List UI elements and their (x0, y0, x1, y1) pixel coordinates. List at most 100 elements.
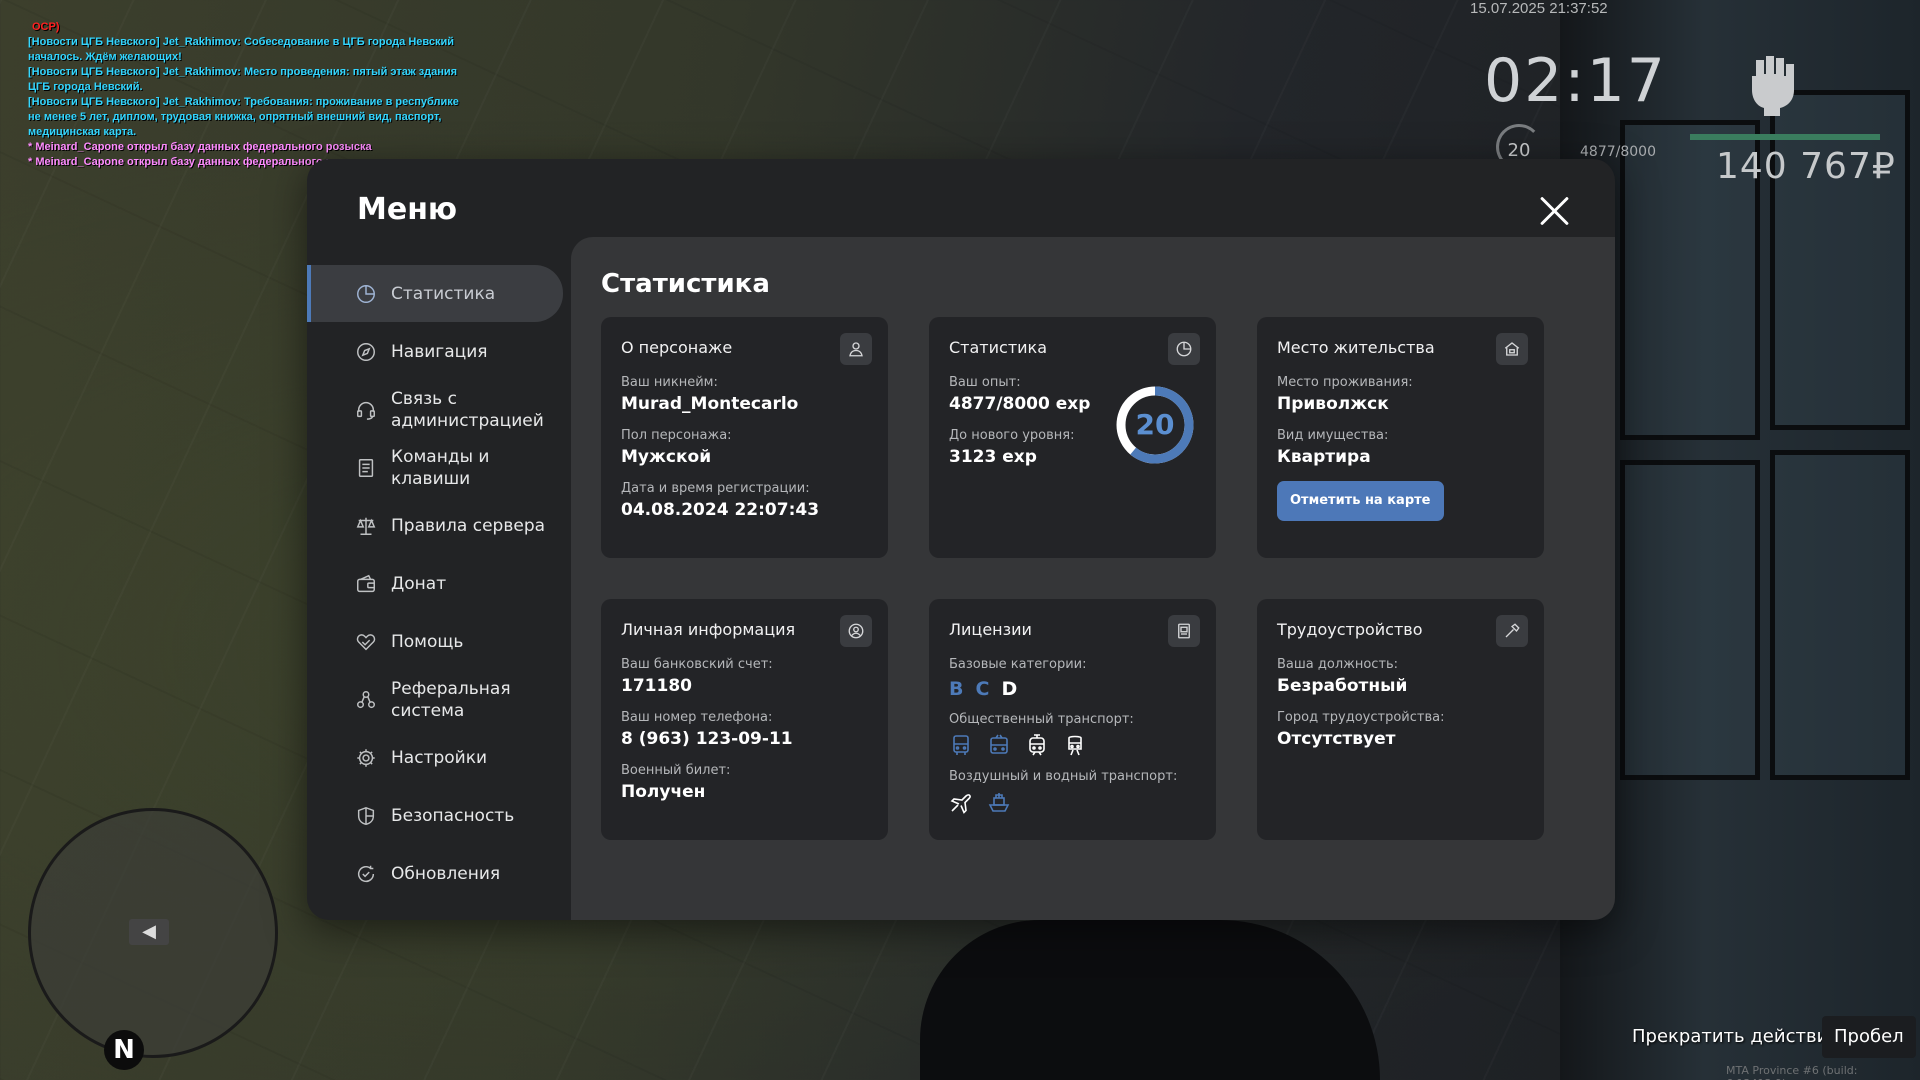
field-label: Ваш никнейм: (621, 375, 718, 390)
boat-icon (988, 793, 1010, 812)
chat-line: OCP) (32, 21, 60, 33)
field-label: Ваша должность: (1277, 657, 1399, 672)
nav-label: Навигация (391, 341, 488, 362)
nav-item-security[interactable]: Безопасность (307, 787, 563, 844)
nav-label: Настройки (391, 747, 488, 768)
content-panel: Статистика О персонаже Ваш никнейм: Mura… (571, 237, 1615, 920)
field-label: Место проживания: (1277, 375, 1413, 390)
chat-line: началось. Ждём желающих! (28, 51, 182, 63)
license-category-b: B (949, 678, 964, 700)
airplane-icon (950, 794, 971, 814)
license-categories: B C D (949, 678, 1196, 700)
content-title: Статистика (601, 269, 770, 299)
card-title: Лицензии (949, 620, 1032, 639)
military-id-value: Получен (621, 782, 706, 802)
nav-label: Помощь (391, 631, 464, 652)
user-icon (840, 333, 872, 365)
document-list-icon (358, 458, 374, 477)
close-button[interactable] (1539, 195, 1571, 227)
job-city-value: Отсутствует (1277, 729, 1396, 749)
nav-item-updates[interactable]: Обновления (307, 845, 563, 902)
license-category-c: C (975, 678, 990, 700)
nav-label: Безопасность (391, 805, 515, 826)
field-label: Город трудоустройства: (1277, 710, 1445, 725)
nickname-value: Murad_Montecarlo (621, 394, 799, 414)
pie-chart-icon (357, 284, 375, 303)
player-marker-icon: ◀ (129, 919, 169, 945)
nav-item-navigation[interactable]: Навигация (307, 323, 563, 380)
nav-item-settings[interactable]: Настройки (307, 729, 563, 786)
license-category-d: D (1001, 678, 1018, 700)
build-info: MTA Province #6 (build: 6.12413.9) (1726, 1064, 1858, 1080)
nav-label: Команды и клавиши (391, 446, 490, 489)
nav-item-referral[interactable]: Реферальная система (307, 671, 563, 728)
heart-hands-icon (356, 633, 376, 650)
north-indicator: N (104, 1030, 144, 1070)
chat-line: [Новости ЦГБ Невского] Jet_Rakhimov: Соб… (28, 36, 455, 48)
field-label: Пол персонажа: (621, 428, 732, 443)
nav-item-donate[interactable]: Донат (307, 555, 563, 612)
nav-label: Статистика (391, 283, 496, 304)
registration-value: 04.08.2024 22:07:43 (621, 500, 820, 520)
field-label: Военный билет: (621, 763, 731, 778)
nav-item-rules[interactable]: Правила сервера (307, 497, 563, 554)
public-transport-icons (949, 733, 1196, 757)
hammer-icon (1496, 615, 1528, 647)
home-icon (1496, 333, 1528, 365)
field-label: Общественный транспорт: (949, 712, 1134, 727)
hud-level: 20 (1507, 140, 1531, 161)
card-title: Трудоустройство (1277, 620, 1423, 639)
air-water-transport-icons (949, 790, 1196, 814)
level-value: 20 (1135, 408, 1175, 441)
nav-label: Реферальная система (391, 678, 511, 721)
tram-icon (1029, 734, 1045, 756)
headset-icon (357, 401, 375, 420)
sidebar-nav: Статистика Навигация Связь с администрац… (307, 265, 563, 903)
card-title: Личная информация (621, 620, 796, 639)
scales-icon (356, 517, 376, 535)
card-personal-info: Личная информация Ваш банковский счет: 1… (601, 599, 888, 840)
main-menu-window: Меню Статистика Навигация Связь с админи… (307, 159, 1615, 920)
chat-log: OCP) [Новости ЦГБ Невского] Jet_Rakhimov… (28, 20, 498, 170)
nav-item-statistics[interactable]: Статистика (307, 265, 563, 322)
bus-icon (953, 735, 969, 755)
bank-account-value: 171180 (621, 676, 692, 696)
compass-icon (357, 342, 375, 361)
card-statistics: Статистика Ваш опыт: 4877/8000 exp До но… (929, 317, 1216, 558)
nav-label: Правила сервера (391, 515, 546, 536)
nav-item-commands[interactable]: Команды и клавиши (307, 439, 563, 496)
hint-key-button[interactable]: Пробел (1822, 1016, 1916, 1058)
residence-place-value: Приволжск (1277, 394, 1389, 414)
field-label: Дата и время регистрации: (621, 481, 810, 496)
trolleybus-icon (990, 734, 1008, 754)
menu-title: Меню (357, 192, 458, 227)
card-title: О персонаже (621, 338, 733, 357)
pie-chart-icon (1168, 333, 1200, 365)
property-type-value: Квартира (1277, 447, 1371, 467)
card-employment: Трудоустройство Ваша должность: Безработ… (1257, 599, 1544, 840)
phone-value: 8 (963) 123-09-11 (621, 729, 793, 749)
chat-line: [Новости ЦГБ Невского] Jet_Rakhimov: Мес… (28, 66, 458, 78)
field-label: Базовые категории: (949, 657, 1087, 672)
hud-exp: 4877/8000 (1580, 144, 1656, 160)
chat-line: медицинская карта. (28, 126, 137, 138)
nav-label: Обновления (391, 863, 501, 884)
user-circle-icon (840, 615, 872, 647)
job-position-value: Безработный (1277, 676, 1408, 696)
nav-item-admin-contact[interactable]: Связь с администрацией (307, 381, 563, 438)
wallet-icon (357, 574, 375, 592)
card-title: Статистика (949, 338, 1047, 357)
gear-icon (357, 748, 375, 767)
gender-value: Мужской (621, 447, 712, 467)
refresh-check-icon (358, 865, 375, 882)
license-card-icon (1168, 615, 1200, 647)
shield-icon (357, 806, 375, 825)
nav-label: Донат (391, 573, 447, 594)
nav-item-help[interactable]: Помощь (307, 613, 563, 670)
card-character: О персонаже Ваш никнейм: Murad_Montecarl… (601, 317, 888, 558)
mark-on-map-button[interactable]: Отметить на карте (1277, 481, 1444, 521)
fist-icon (1742, 52, 1802, 116)
hud-money: 140 767₽ (1716, 146, 1896, 187)
hint-action-label: Прекратить действие (1632, 1026, 1840, 1047)
hud-clock: 02:17 (1484, 46, 1667, 116)
